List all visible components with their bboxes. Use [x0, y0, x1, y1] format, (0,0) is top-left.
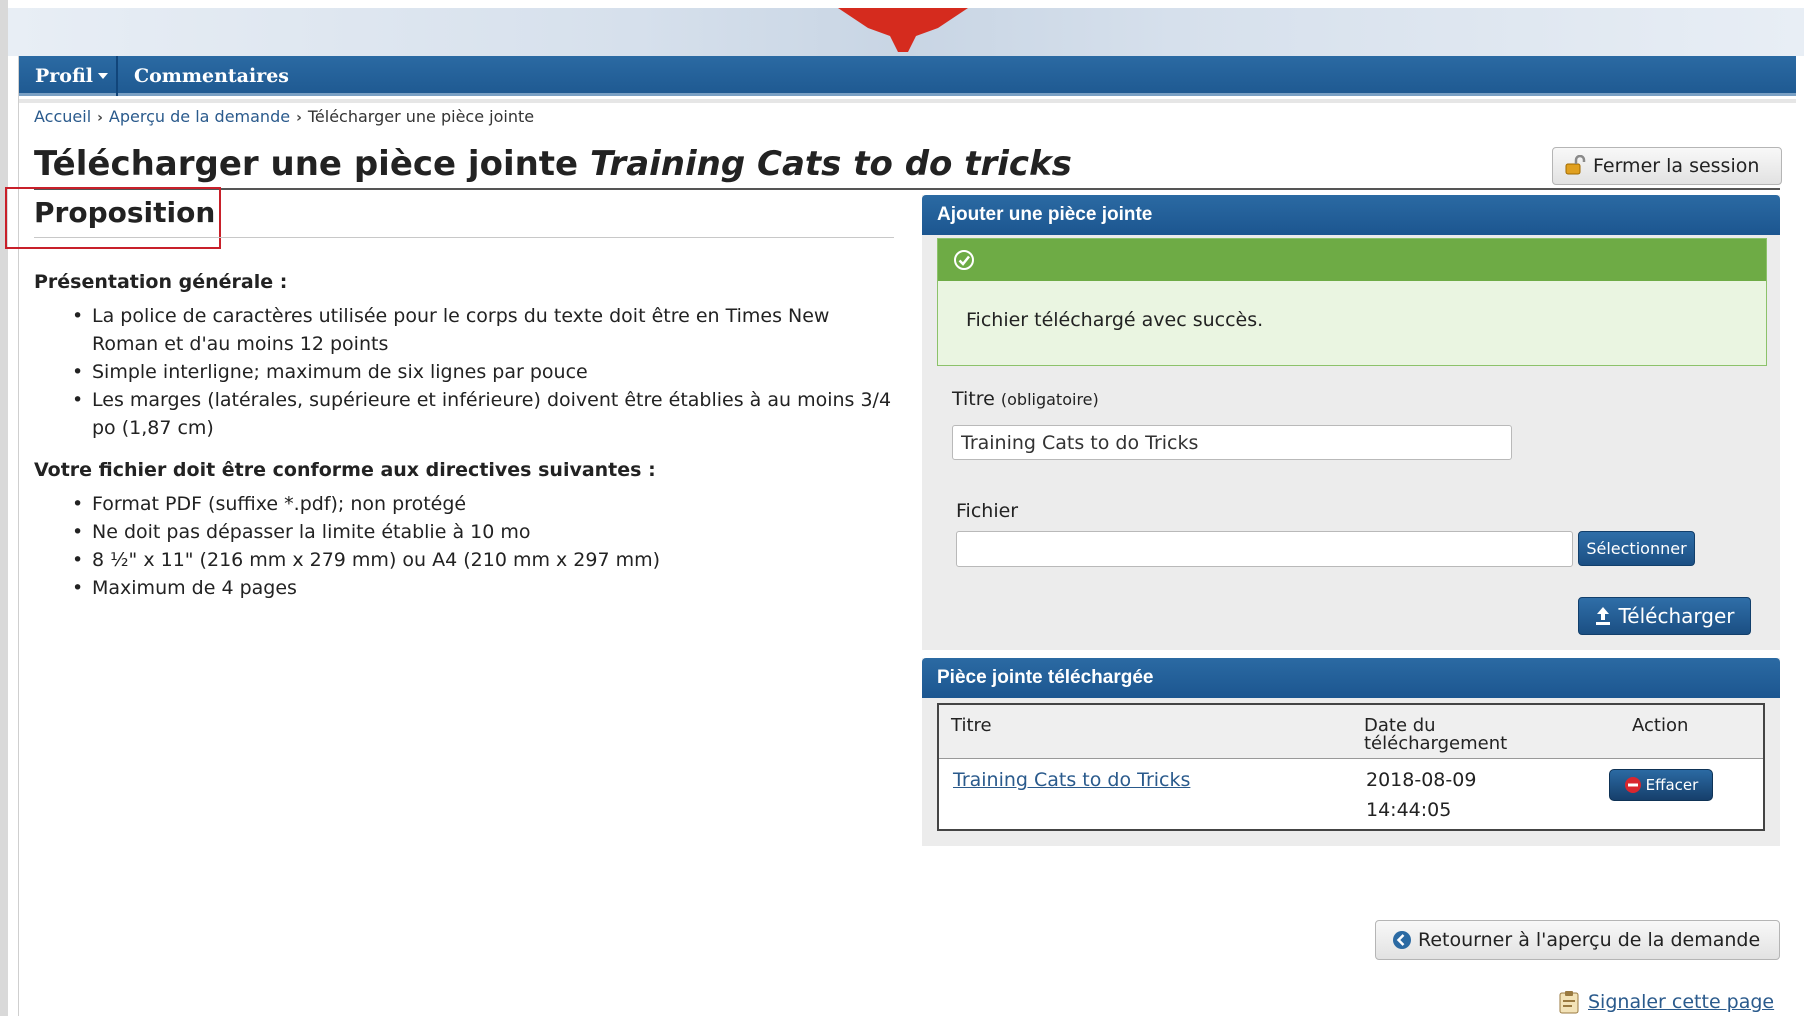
select-file-button[interactable]: Sélectionner [1578, 531, 1695, 566]
general-heading: Présentation générale : [34, 271, 288, 293]
uploaded-attachment-heading: Pièce jointe téléchargée [922, 658, 1780, 698]
return-label: Retourner à l'aperçu de la demande [1418, 929, 1761, 951]
breadcrumb: Accueil › Aperçu de la demande › Télécharger… [34, 106, 534, 129]
maple-leaf-icon [838, 8, 968, 52]
guidelines: Présentation générale : La police de car… [34, 268, 894, 616]
logout-button[interactable]: Fermer la session [1552, 147, 1782, 185]
success-alert: Fichier téléchargé avec succès. [937, 238, 1767, 366]
window-frame [0, 0, 8, 1016]
attachment-time: 14:44:05 [1366, 799, 1452, 821]
breadcrumb-arrow-icon: › [97, 110, 103, 126]
list-item: La police de caractères utilisée pour le… [72, 302, 894, 358]
section-title: Proposition [34, 196, 216, 229]
list-item: 8 ½" x 11" (216 mm x 279 mm) ou A4 (210 … [72, 546, 894, 574]
list-item: Les marges (latérales, supérieure et inf… [72, 386, 894, 442]
page-title-project: Training Cats to do tricks [589, 144, 1072, 184]
add-attachment-heading: Ajouter une pièce jointe [922, 195, 1780, 235]
delete-label: Effacer [1645, 776, 1699, 794]
attachment-link[interactable]: Training Cats to do Tricks [953, 769, 1190, 791]
page-title: Télécharger une pièce jointe Training Ca… [34, 142, 1072, 186]
breadcrumb-arrow-icon: › [296, 110, 302, 126]
list-item: Ne doit pas dépasser la limite établie à… [72, 518, 894, 546]
title-label-text: Titre [952, 388, 995, 410]
check-circle-icon [954, 250, 974, 270]
minus-circle-icon [1624, 777, 1641, 793]
breadcrumb-current: Télécharger une pièce jointe [307, 107, 535, 126]
page-title-prefix: Télécharger une pièce jointe [34, 144, 579, 184]
upload-button[interactable]: Télécharger [1578, 597, 1751, 635]
chevron-down-icon [98, 73, 109, 79]
report-page-link[interactable]: Signaler cette page [1588, 991, 1774, 1013]
list-item: Maximum de 4 pages [72, 574, 894, 602]
attachment-date: 2018-08-09 [1366, 769, 1477, 791]
list-item: Simple interligne; maximum de six lignes… [72, 358, 894, 386]
breadcrumb-home[interactable]: Accueil [34, 107, 91, 126]
breadcrumb-overview[interactable]: Aperçu de la demande [109, 107, 290, 126]
attachment-title-cell: Training Cats to do Tricks [953, 765, 1190, 795]
column-header-date-line2: téléchargement [1364, 733, 1508, 754]
navbar-shadow [19, 99, 1796, 103]
return-to-overview-button[interactable]: Retourner à l'aperçu de la demande [1375, 920, 1780, 960]
success-alert-bar [938, 239, 1766, 281]
delete-button[interactable]: Effacer [1609, 769, 1713, 801]
column-header-date: Date du téléchargement [1364, 717, 1507, 753]
table-header: Titre Date du téléchargement Action [939, 705, 1763, 759]
nav-comments[interactable]: Commentaires [134, 56, 289, 96]
title-field-label: Titre (obligatoire) [952, 388, 1099, 410]
lock-icon [1565, 155, 1586, 175]
column-header-action: Action [1632, 715, 1689, 736]
attachments-table: Titre Date du téléchargement Action Trai… [937, 703, 1765, 831]
back-arrow-icon [1393, 931, 1411, 949]
column-header-title: Titre [951, 715, 992, 736]
title-input[interactable] [952, 425, 1512, 460]
list-item: Format PDF (suffixe *.pdf); non protégé [72, 490, 894, 518]
upload-icon [1596, 607, 1611, 625]
required-note: (obligatoire) [1000, 390, 1099, 409]
general-list: La police de caractères utilisée pour le… [72, 302, 894, 442]
file-input[interactable] [956, 531, 1573, 567]
main-navbar: Profil Commentaires [19, 56, 1796, 96]
file-list: Format PDF (suffixe *.pdf); non protégé … [72, 490, 894, 602]
logout-label: Fermer la session [1593, 155, 1760, 177]
attachment-date-cell: 2018-08-09 14:44:05 [1366, 765, 1476, 825]
file-field-label: Fichier [956, 500, 1019, 522]
section-divider [34, 237, 894, 238]
file-heading: Votre fichier doit être conforme aux dir… [34, 459, 656, 481]
nav-profile-menu[interactable]: Profil [35, 56, 109, 96]
title-divider [34, 188, 1780, 190]
nav-separator [116, 56, 118, 96]
nav-profile-label: Profil [35, 65, 94, 87]
success-message: Fichier téléchargé avec succès. [966, 309, 1264, 331]
clipboard-icon [1559, 991, 1579, 1014]
upload-label: Télécharger [1618, 604, 1735, 628]
